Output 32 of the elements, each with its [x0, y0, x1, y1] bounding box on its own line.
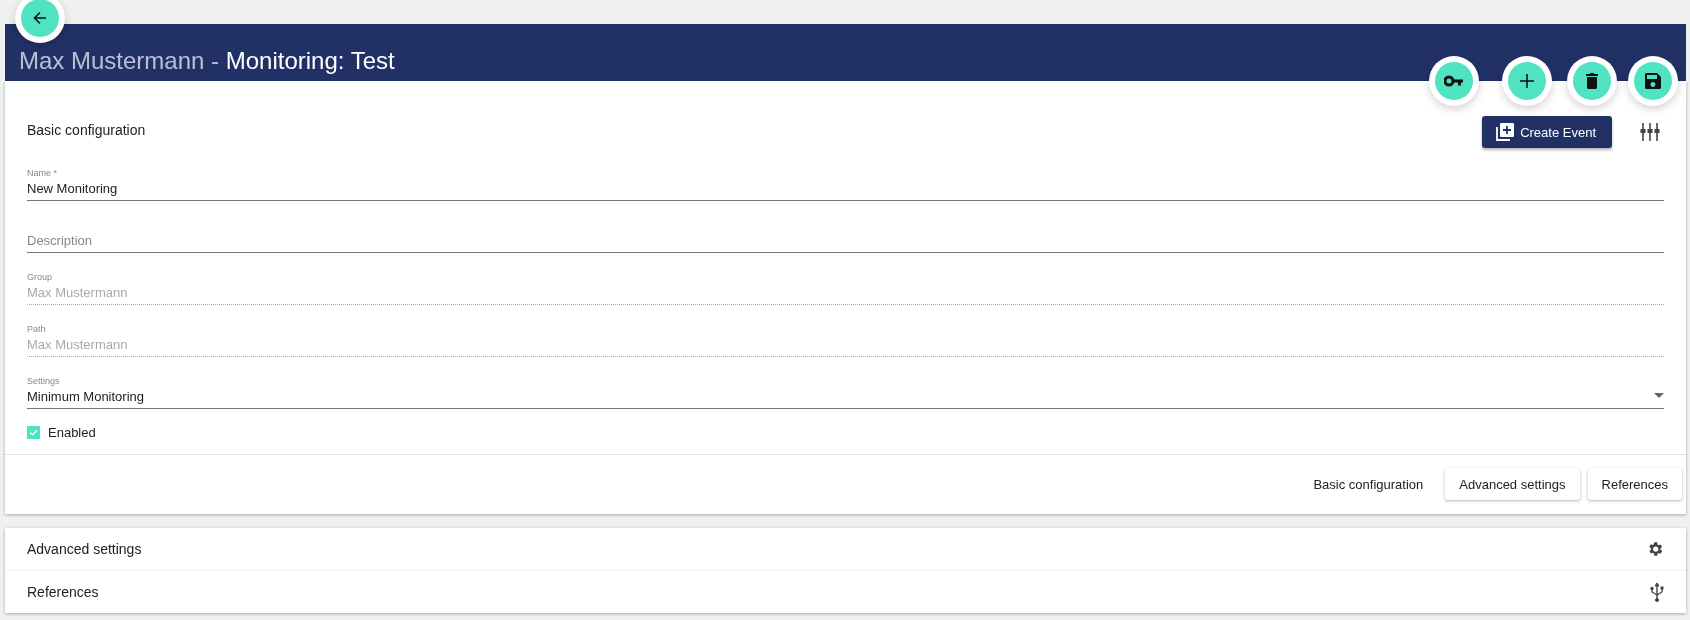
section-title: Basic configuration — [27, 122, 146, 138]
back-arrow-icon — [33, 11, 47, 25]
usb-icon — [1650, 582, 1664, 602]
field-label: Path — [27, 324, 46, 334]
panel-row[interactable]: References — [5, 570, 1686, 613]
field-label: Settings — [27, 376, 60, 386]
text-field[interactable]: Description — [27, 215, 1664, 253]
plus-icon — [1520, 74, 1534, 88]
trash-icon — [1586, 73, 1598, 89]
create-event-button[interactable]: Create Event — [1482, 116, 1612, 148]
field-label: Name * — [27, 168, 57, 178]
enabled-checkbox[interactable] — [27, 426, 40, 439]
panel-title: Advanced settings — [27, 541, 142, 557]
dropdown-caret-icon — [1654, 393, 1664, 398]
field-value: Minimum Monitoring — [27, 389, 145, 404]
page-title: Max Mustermann - Monitoring: Test — [19, 47, 395, 75]
field-label: Group — [27, 272, 52, 282]
save-icon — [1645, 73, 1661, 89]
sliders-icon[interactable] — [1640, 122, 1660, 142]
settings-dropdown[interactable]: Settings Minimum Monitoring — [27, 371, 1664, 409]
field-value: Max Mustermann — [27, 285, 128, 300]
add-copy-icon — [1496, 123, 1515, 141]
panel-row[interactable]: Advanced settings — [5, 528, 1686, 570]
panel-title: References — [27, 584, 99, 600]
key-icon — [1444, 75, 1464, 87]
checkbox-label: Enabled — [48, 425, 96, 440]
section-tab[interactable]: Advanced settings — [1445, 468, 1580, 500]
text-field[interactable]: Name * New Monitoring — [27, 163, 1664, 201]
field-value: New Monitoring — [27, 181, 118, 196]
field-placeholder: Description — [27, 233, 93, 248]
section-tab[interactable]: References — [1587, 468, 1682, 500]
field-value: Max Mustermann — [27, 337, 128, 352]
